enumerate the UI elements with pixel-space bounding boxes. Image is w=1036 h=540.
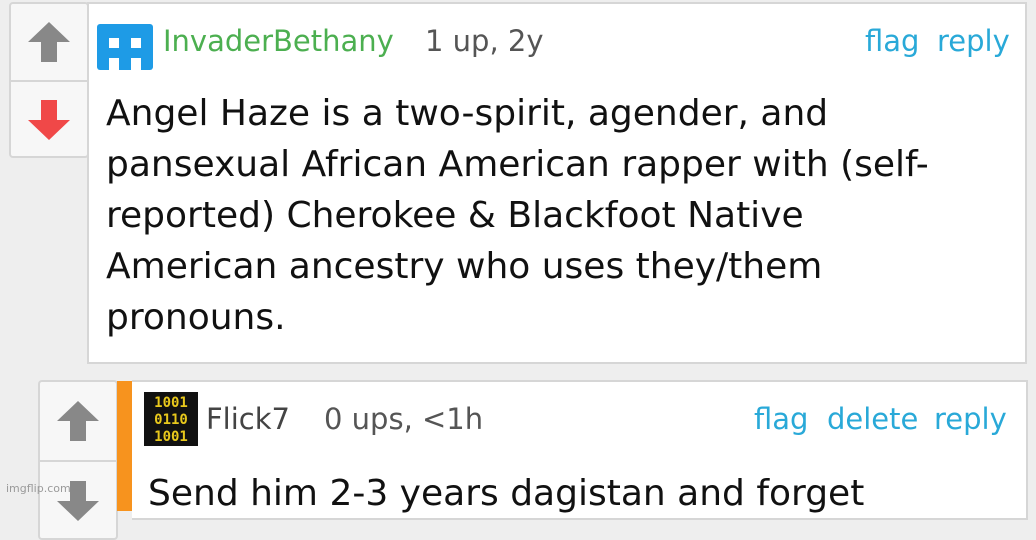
arrow-up-icon: [57, 401, 99, 441]
svg-text:1001: 1001: [154, 429, 188, 445]
watermark: imgflip.com: [6, 482, 71, 495]
reply-button[interactable]: reply: [937, 24, 1010, 58]
space-invader-avatar: [97, 24, 153, 70]
comment-username[interactable]: InvaderBethany: [163, 24, 394, 58]
arrow-up-icon: [28, 22, 70, 62]
comment-card: 1001 0110 1001 Flick7 0 ups, <1h flag de…: [132, 380, 1028, 520]
svg-text:1001: 1001: [154, 395, 188, 411]
comment-body: Send him 2-3 years dagistan and forget: [148, 473, 865, 514]
upvote-button[interactable]: [40, 382, 116, 460]
reply-accent-bar: [117, 381, 133, 511]
downvote-button[interactable]: [11, 82, 87, 158]
comment-meta: 0 ups, <1h: [324, 402, 484, 436]
downvote-button[interactable]: [40, 462, 116, 540]
delete-button[interactable]: delete: [827, 402, 918, 436]
vote-column: [38, 380, 118, 540]
svg-text:0110: 0110: [154, 412, 188, 428]
flag-button[interactable]: flag: [865, 24, 919, 58]
comment-body: Angel Haze is a two-spirit, agender, and…: [106, 93, 929, 338]
vote-column: [9, 2, 89, 158]
reply-button[interactable]: reply: [934, 402, 1007, 436]
upvote-button[interactable]: [11, 4, 87, 80]
binary-code-avatar: 1001 0110 1001: [144, 392, 198, 446]
comment-meta: 1 up, 2y: [425, 24, 544, 58]
arrow-down-icon: [28, 100, 70, 140]
comment-card: InvaderBethany 1 up, 2y flag reply Angel…: [87, 2, 1027, 364]
comment-username[interactable]: Flick7: [206, 402, 290, 436]
flag-button[interactable]: flag: [754, 402, 808, 436]
